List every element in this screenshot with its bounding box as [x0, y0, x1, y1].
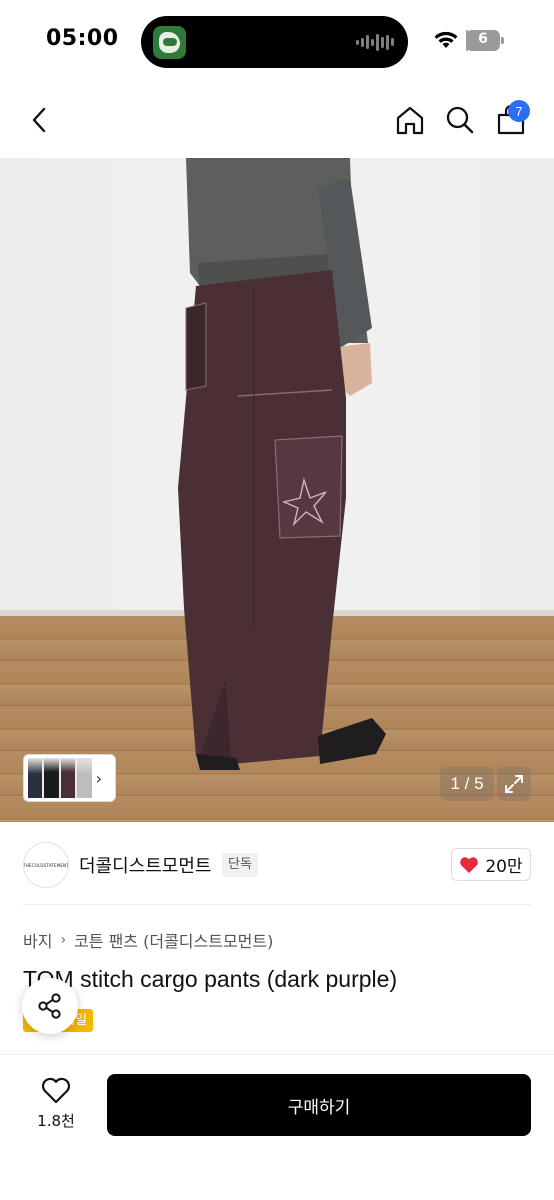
breadcrumb-item-pants[interactable]: 바지 [23, 928, 52, 952]
home-button[interactable] [390, 100, 430, 140]
dynamic-island [141, 16, 408, 68]
thumbnail-strip[interactable]: › [23, 754, 116, 802]
heart-outline-icon [41, 1077, 71, 1104]
product-image[interactable] [0, 158, 554, 822]
expand-image-button[interactable] [497, 767, 531, 801]
home-icon [396, 106, 424, 135]
breadcrumb-chevron-icon: › [60, 932, 67, 948]
brand-name[interactable]: 더콜디스트모먼트 [79, 852, 211, 878]
breadcrumb: 바지 › 코튼 팬츠 (더콜디스트모먼트) [23, 928, 273, 952]
divider [23, 904, 531, 905]
audio-waveform-icon [356, 33, 394, 51]
status-time: 05:00 [46, 26, 119, 51]
status-bar: 05:00 6 [0, 0, 554, 82]
search-button[interactable] [440, 100, 480, 140]
battery-percent: 6 [478, 31, 488, 47]
now-playing-app-icon [153, 26, 186, 59]
expand-icon [505, 775, 523, 793]
wishlist-count: 1.8천 [37, 1112, 75, 1130]
product-title: TOM stitch cargo pants (dark purple) [23, 966, 398, 992]
brand-logo-text: THECOLDSTATEMENT [23, 862, 69, 868]
breadcrumb-item-cotton-pants[interactable]: 코튼 팬츠 (더콜디스트모먼트) [74, 928, 273, 952]
buy-button[interactable]: 구매하기 [107, 1074, 531, 1136]
search-icon [446, 106, 474, 134]
brand-like-count: 20만 [485, 857, 523, 877]
thumbnail-images [28, 758, 92, 798]
bottom-action-bar: 1.8천 구매하기 [0, 1054, 554, 1200]
back-button[interactable] [20, 100, 60, 140]
image-page-counter: 1 / 5 [440, 767, 494, 801]
top-nav-bar [0, 82, 554, 158]
wishlist-button[interactable]: 1.8천 [24, 1077, 88, 1137]
heart-filled-icon [460, 856, 479, 873]
brand-like-button[interactable]: 20만 [451, 848, 531, 881]
wifi-icon [434, 31, 458, 48]
exclusive-tag: 단독 [222, 853, 258, 877]
share-button[interactable] [22, 978, 78, 1034]
thumbnail-chevron-icon: › [95, 768, 102, 788]
share-icon [38, 993, 61, 1019]
brand-row: THECOLDSTATEMENT 더콜디스트모먼트 단독 20만 [0, 828, 554, 904]
product-photo-model [178, 158, 386, 770]
back-arrow-icon [32, 107, 46, 133]
battery-indicator: 6 [466, 30, 504, 51]
cart-count-badge: 7 [508, 100, 530, 122]
brand-logo[interactable]: THECOLDSTATEMENT [23, 842, 69, 888]
